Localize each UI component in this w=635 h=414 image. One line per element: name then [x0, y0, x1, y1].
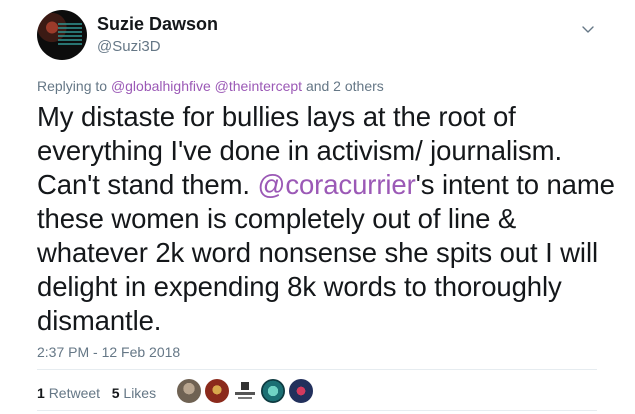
reply-mention-globalhighfive[interactable]: @globalhighfive [111, 78, 211, 94]
replying-prefix: Replying to [37, 78, 108, 94]
divider-top [37, 369, 597, 370]
retweet-label: Retweet [48, 385, 101, 401]
tweet-stats: 1 Retweet 5 Likes [37, 385, 156, 401]
author-name[interactable]: Suzie Dawson [97, 14, 218, 35]
tweet-timestamp[interactable]: 2:37 PM - 12 Feb 2018 [37, 344, 180, 360]
liker-avatar[interactable] [260, 378, 286, 404]
liker-avatar[interactable] [288, 378, 314, 404]
replying-suffix[interactable]: and 2 others [306, 78, 384, 94]
author-avatar[interactable] [37, 10, 87, 60]
logo-icon [235, 382, 255, 399]
liker-avatar[interactable] [232, 378, 258, 404]
likes-label: Likes [123, 385, 157, 401]
retweet-count: 1 [37, 385, 45, 401]
liker-avatar[interactable] [204, 378, 230, 404]
chevron-down-icon[interactable] [581, 22, 595, 36]
mention-coracurrier[interactable]: @coracurrier [258, 169, 416, 200]
reply-mention-theintercept[interactable]: @theintercept [215, 78, 302, 94]
likes-count: 5 [111, 385, 120, 401]
replying-to: Replying to @globalhighfive @theintercep… [37, 78, 384, 94]
author-handle[interactable]: @Suzi3D [97, 38, 161, 55]
likes-stat[interactable]: 5 Likes [112, 385, 156, 401]
tweet-text: My distaste for bullies lays at the root… [37, 100, 627, 338]
retweet-stat[interactable]: 1 Retweet [37, 385, 100, 401]
divider-bottom [37, 410, 597, 411]
liker-avatar[interactable] [176, 378, 202, 404]
